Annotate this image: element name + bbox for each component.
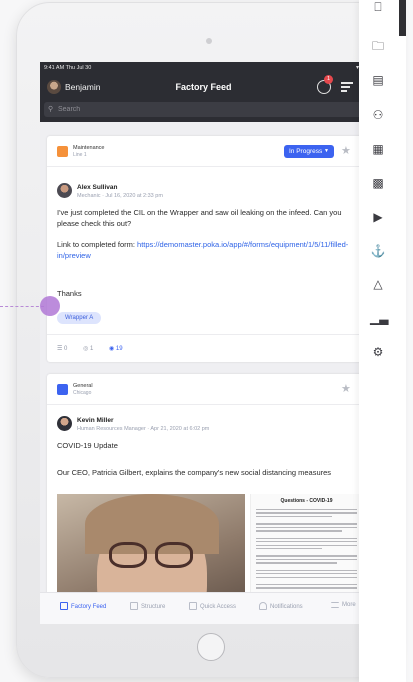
door-icon[interactable]: ⎕ [370,0,386,15]
status-label: In Progress [289,148,323,155]
tab-quick-access[interactable]: Quick Access [189,602,236,610]
post-subcategory: Chicago [73,390,92,396]
general-category-icon [57,384,68,395]
author-name[interactable]: Kevin Miller [77,417,113,424]
touch-pointer [40,296,60,316]
author-name[interactable]: Alex Sullivan [77,184,117,191]
play-icon[interactable]: ▶ [370,210,386,224]
tab-notifications[interactable]: Notifications [259,602,303,610]
notification-badge: 1 [324,75,333,84]
video-thumbnail-hair [85,494,219,554]
post-category: General [73,383,93,389]
link-prefix: Link to completed form: [57,240,138,249]
right-icon-rail: ⎕ 🗀 ▤ ⚇ ▦ ▩ ▶ ⚓ △ ▁▃ ⚙ [359,0,406,682]
people-group-icon[interactable]: ⚇ [370,108,386,122]
folder-icon[interactable]: 🗀 [370,37,386,58]
post-subcategory: Line 1 [73,152,87,158]
status-bar-time: 9:41 AM Thu Jul 30 [44,65,92,71]
comment-count[interactable]: ☰ 0 [57,346,67,352]
divider [47,404,367,405]
star-icon[interactable]: ★ [341,382,351,395]
post-meta: Mechanic · Jul 16, 2020 at 2:33 pm [77,193,163,199]
post-category: Maintenance [73,145,105,151]
chevron-down-icon: ▼ [324,148,329,154]
equipment-tag[interactable]: Wrapper A [57,312,102,324]
post-card-general[interactable]: General Chicago ★ Kevin Miller Human Res… [47,374,367,624]
tab-more[interactable]: More [331,602,356,608]
calendar-people-icon[interactable]: ▦ [370,142,386,156]
home-button[interactable] [197,633,225,661]
glasses [155,542,193,568]
gear-icon[interactable]: ⚙ [370,345,386,359]
post-closing: Thanks [57,289,82,298]
divider [47,334,367,335]
tab-factory-feed[interactable]: Factory Feed [60,602,106,610]
view-count[interactable]: ◉ 19 [109,346,123,352]
stage: 9:41 AM Thu Jul 30 ▾ Benjamin Factory Fe… [0,0,413,682]
share-count[interactable]: ◎ 1 [83,346,93,352]
search-input[interactable] [58,102,348,117]
post-body: Our CEO, Patricia Gilbert, explains the … [57,468,332,477]
post-meta: Human Resources Manager · Apr 21, 2020 a… [77,426,210,432]
camera [206,38,212,44]
divider [47,166,367,167]
rail-scroll-indicator [399,0,406,36]
touch-guide-line [0,306,44,307]
robot-icon[interactable]: ▤ [370,73,386,87]
status-dropdown[interactable]: In Progress ▼ [284,145,334,158]
structure-icon [130,602,138,610]
glasses [109,542,147,568]
filter-icon[interactable] [341,82,353,92]
post-link-line: Link to completed form: https://demomast… [57,239,362,261]
post-body: I've just completed the CIL on the Wrapp… [57,208,342,228]
app-header: 9:41 AM Thu Jul 30 ▾ Benjamin Factory Fe… [40,62,367,122]
star-icon[interactable]: ★ [341,144,351,157]
team-icon[interactable]: ⚓ [370,244,386,258]
gallery-icon[interactable]: ▩ [370,176,386,190]
post-headline: COVID-19 Update [57,441,118,450]
app-screen: 9:41 AM Thu Jul 30 ▾ Benjamin Factory Fe… [40,62,367,624]
search-bar: ⚲ [44,102,363,117]
more-icon [331,602,339,608]
feed-icon [60,602,68,610]
author-avatar[interactable] [57,183,72,198]
search-icon: ⚲ [48,106,54,113]
document-title: Questions - COVID-19 [280,498,333,504]
post-stats: ☰ 0 ◎ 1 ◉ 19 [57,345,137,352]
quick-access-icon [189,602,197,610]
maintenance-category-icon [57,146,68,157]
bar-chart-icon[interactable]: ▁▃ [370,311,388,325]
graduation-cap-icon[interactable]: △ [370,277,386,291]
tab-structure[interactable]: Structure [130,602,165,610]
author-avatar[interactable] [57,416,72,431]
bell-icon [259,602,267,610]
bottom-tab-bar: Factory Feed Structure Quick Access Noti… [40,592,367,624]
post-card-maintenance[interactable]: Maintenance Line 1 In Progress ▼ ★ Alex … [47,136,367,362]
